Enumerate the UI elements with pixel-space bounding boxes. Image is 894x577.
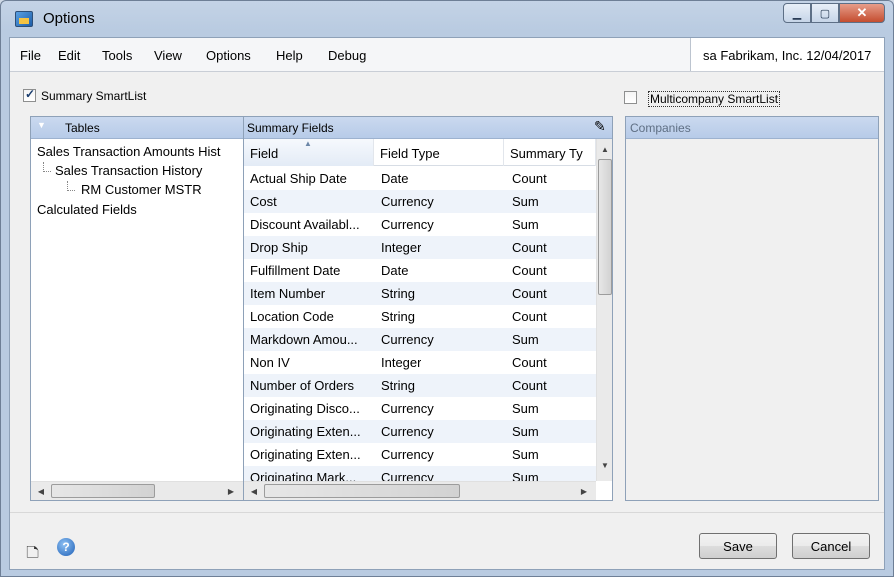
summary-fields-panel: Summary Fields ✎ ▲ Field Field Type Summ… [243, 116, 613, 501]
companies-header-label: Companies [630, 121, 691, 135]
multicompany-smartlist-checkbox[interactable] [624, 91, 637, 104]
cancel-button[interactable]: Cancel [792, 533, 870, 559]
summary-fields-header: Summary Fields ✎ [244, 117, 612, 139]
tables-hscroll-thumb[interactable] [51, 484, 155, 498]
scroll-up-arrow-icon[interactable]: ▲ [597, 141, 613, 157]
note-icon[interactable]: 🗅 [26, 540, 39, 570]
summary-smartlist-checkbox[interactable] [23, 87, 36, 102]
table-row[interactable]: Originating Mark... Currency Sum [244, 466, 596, 481]
column-header-field[interactable]: ▲ Field [244, 139, 374, 166]
table-row[interactable]: Non IV Integer Count [244, 351, 596, 374]
scroll-left-arrow-icon[interactable]: ◀ [246, 483, 262, 499]
company-info: sa Fabrikam, Inc. 12/04/2017 [690, 38, 884, 71]
tree-item-sales-transaction-history[interactable]: Sales Transaction History [55, 163, 202, 178]
scroll-right-arrow-icon[interactable]: ▶ [223, 483, 239, 499]
menu-help[interactable]: Help [276, 48, 303, 63]
window-title: Options [43, 10, 95, 27]
tree-item-rm-customer-mstr[interactable]: RM Customer MSTR [81, 182, 202, 197]
companies-header: Companies [626, 117, 878, 139]
menu-debug[interactable]: Debug [328, 48, 366, 63]
column-header-field-type[interactable]: Field Type [374, 139, 504, 166]
table-row[interactable]: Actual Ship Date Date Count [244, 167, 596, 190]
tree-item-sales-transaction-amounts-hist[interactable]: Sales Transaction Amounts Hist [37, 144, 244, 159]
sort-ascending-icon: ▲ [304, 139, 312, 148]
summary-hscroll-thumb[interactable] [264, 484, 460, 498]
summary-horizontal-scrollbar[interactable]: ◀ ▶ [244, 481, 596, 500]
table-row[interactable]: Cost Currency Sum [244, 190, 596, 213]
scroll-right-arrow-icon[interactable]: ▶ [576, 483, 592, 499]
menu-edit[interactable]: Edit [58, 48, 80, 63]
table-row[interactable]: Number of Orders String Count [244, 374, 596, 397]
table-row[interactable]: Originating Exten... Currency Sum [244, 420, 596, 443]
summary-vertical-scrollbar[interactable]: ▲ ▼ [596, 139, 612, 481]
scroll-left-arrow-icon[interactable]: ◀ [33, 483, 49, 499]
table-row[interactable]: Originating Exten... Currency Sum [244, 443, 596, 466]
title-bar[interactable]: Options ▁ ▢ ✕ [1, 1, 893, 37]
close-button[interactable]: ✕ [839, 3, 885, 23]
table-row[interactable]: Fulfillment Date Date Count [244, 259, 596, 282]
table-row[interactable]: Item Number String Count [244, 282, 596, 305]
save-button[interactable]: Save [699, 533, 777, 559]
chevron-down-icon[interactable]: ▼ [37, 120, 46, 130]
minimize-button[interactable]: ▁ [783, 3, 811, 23]
table-row[interactable]: Discount Availabl... Currency Sum [244, 213, 596, 236]
tables-panel: ▼ Tables Sales Transaction Amounts Hist … [30, 116, 244, 501]
tables-header-label: Tables [65, 121, 100, 135]
table-row[interactable]: Markdown Amou... Currency Sum [244, 328, 596, 351]
menu-bar: File Edit Tools View Options Help Debug … [10, 38, 884, 72]
edit-icon[interactable]: ✎ [594, 118, 606, 135]
table-row[interactable]: Originating Disco... Currency Sum [244, 397, 596, 420]
column-header-summary-type[interactable]: Summary Ty [504, 139, 596, 166]
menu-tools[interactable]: Tools [102, 48, 132, 63]
tables-horizontal-scrollbar[interactable]: ◀ ▶ [31, 481, 243, 500]
tree-item-calculated-fields[interactable]: Calculated Fields [37, 202, 137, 217]
tables-header: ▼ Tables [31, 117, 243, 139]
menu-file[interactable]: File [20, 48, 41, 63]
table-row[interactable]: Drop Ship Integer Count [244, 236, 596, 259]
scroll-down-arrow-icon[interactable]: ▼ [597, 457, 613, 473]
grid-header: ▲ Field Field Type Summary Ty [244, 139, 596, 166]
multicompany-smartlist-label: Multicompany SmartList [648, 91, 781, 107]
table-row[interactable]: Location Code String Count [244, 305, 596, 328]
summary-fields-grid: Actual Ship Date Date Count Cost Currenc… [244, 167, 596, 481]
options-window: Options ▁ ▢ ✕ File Edit Tools View Optio… [0, 0, 894, 577]
summary-vscroll-thumb[interactable] [598, 159, 612, 295]
summary-smartlist-label: Summary SmartList [41, 89, 147, 103]
help-icon[interactable]: ? [57, 538, 75, 556]
app-icon [15, 11, 33, 27]
summary-fields-header-label: Summary Fields [247, 121, 334, 135]
menu-view[interactable]: View [154, 48, 182, 63]
maximize-button[interactable]: ▢ [811, 3, 839, 23]
client-area: File Edit Tools View Options Help Debug … [9, 37, 885, 570]
companies-panel: Companies [625, 116, 879, 501]
menu-options[interactable]: Options [206, 48, 251, 63]
